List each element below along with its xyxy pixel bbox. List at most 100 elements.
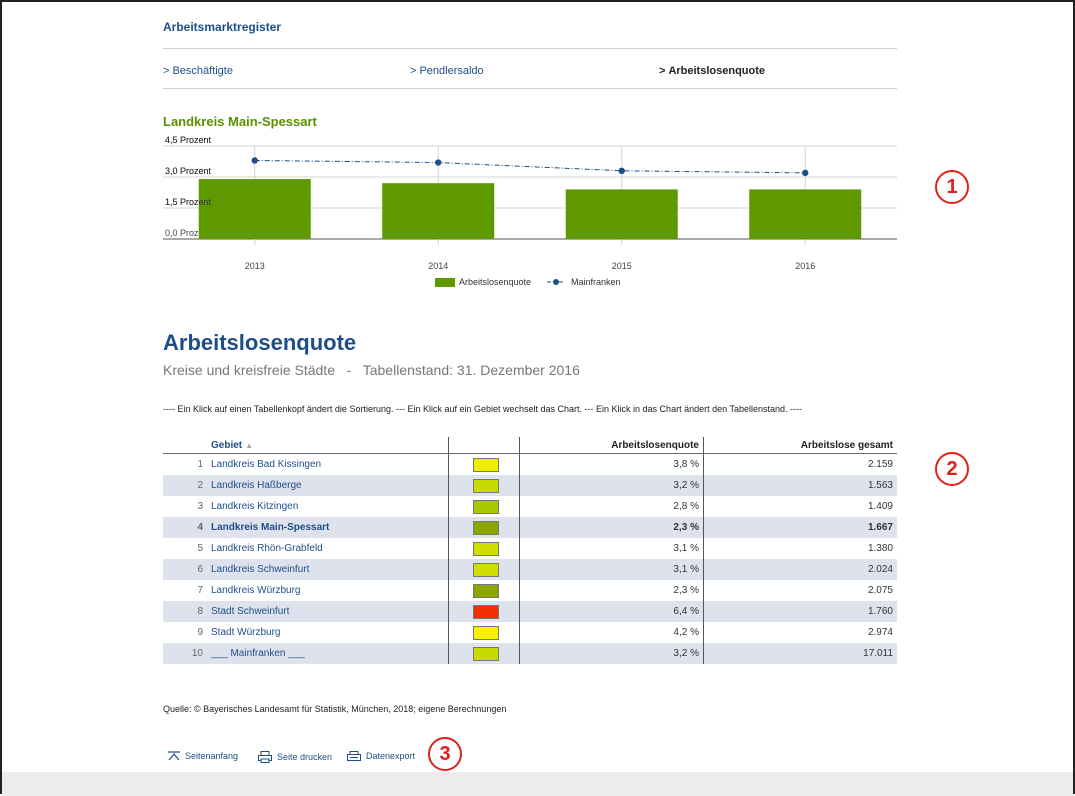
- row-number: 4: [163, 517, 207, 538]
- bar: [198, 179, 311, 239]
- divider: [163, 48, 897, 49]
- mainfranken-point: [618, 167, 625, 174]
- region-link[interactable]: Landkreis Kitzingen: [207, 496, 449, 517]
- table-row[interactable]: 10 ___ Mainfranken ___ 3,2 % 17.011: [163, 643, 897, 664]
- y-tick-label-overlay: 1,5 Prozent: [165, 197, 212, 207]
- printer-icon: [258, 751, 272, 763]
- page-frame: [0, 0, 1075, 794]
- gesamt-value: 17.011: [703, 643, 897, 664]
- arrow-up-to-top-icon: [168, 751, 180, 761]
- region-link[interactable]: Landkreis Würzburg: [207, 580, 449, 601]
- row-number: 10: [163, 643, 207, 664]
- gesamt-value: 2.159: [703, 453, 897, 475]
- table-row[interactable]: 7 Landkreis Würzburg 2,3 % 2.075: [163, 580, 897, 601]
- row-number: 2: [163, 475, 207, 496]
- x-tick-label: 2013: [245, 261, 265, 271]
- color-swatch: [473, 583, 499, 598]
- region-link[interactable]: Landkreis Main-Spessart: [207, 517, 449, 538]
- col-number-header: [163, 437, 207, 454]
- usage-hint: ---- Ein Klick auf einen Tabellenkopf än…: [163, 404, 802, 414]
- color-swatch: [473, 562, 499, 577]
- table-row[interactable]: 6 Landkreis Schweinfurt 3,1 % 2.024: [163, 559, 897, 580]
- color-swatch: [473, 520, 499, 535]
- quote-value: 3,1 %: [519, 559, 704, 580]
- region-link[interactable]: Landkreis Schweinfurt: [207, 559, 449, 580]
- color-swatch-cell: [448, 580, 520, 601]
- color-swatch-cell: [448, 643, 520, 664]
- chart-title: Landkreis Main-Spessart: [163, 114, 317, 129]
- row-number: 8: [163, 601, 207, 622]
- row-number: 7: [197, 585, 203, 596]
- region-link[interactable]: Stadt Schweinfurt: [207, 601, 449, 622]
- arbeitslosenquote-chart[interactable]: 0,0 Prozent1,5 Prozent3,0 Prozent4,5 Pro…: [163, 135, 903, 295]
- table-row[interactable]: 5 Landkreis Rhön-Grabfeld 3,1 % 1.380: [163, 538, 897, 559]
- color-swatch-cell: [448, 601, 520, 622]
- data-export-link[interactable]: Datenexport: [347, 751, 415, 761]
- region-link[interactable]: Landkreis Rhön-Grabfeld: [207, 538, 449, 559]
- color-swatch: [473, 646, 499, 661]
- col-gebiet-header[interactable]: Gebiet ▲: [207, 437, 449, 454]
- color-swatch-cell: [448, 517, 520, 538]
- color-swatch: [473, 625, 499, 640]
- source-note: Quelle: © Bayerisches Landesamt für Stat…: [163, 704, 507, 714]
- color-swatch-cell: [448, 496, 520, 517]
- bar: [565, 189, 678, 239]
- gesamt-value: 2.024: [703, 559, 897, 580]
- mainfranken-line: [254, 159, 806, 174]
- quote-value: 2,3 %: [673, 585, 699, 596]
- legend-label: Arbeitslosenquote: [459, 277, 531, 287]
- row-number: 1: [197, 459, 203, 470]
- gesamt-value: 1.563: [703, 475, 897, 496]
- annotation-marker-1: 1: [935, 170, 969, 204]
- legend-label: Mainfranken: [571, 277, 621, 287]
- quote-value: 3,2 %: [519, 643, 704, 664]
- back-to-top-link[interactable]: Seitenanfang: [168, 751, 238, 761]
- x-tick-label: 2016: [795, 261, 815, 271]
- mainfranken-point: [251, 157, 258, 164]
- register-title[interactable]: Arbeitsmarktregister: [163, 20, 281, 34]
- bar: [749, 189, 862, 239]
- col-quote-header[interactable]: Arbeitslosenquote: [519, 437, 704, 454]
- col-gesamt-header[interactable]: Arbeitslose gesamt: [703, 437, 897, 454]
- color-swatch-cell: [448, 475, 520, 496]
- mainfranken-point: [802, 169, 809, 177]
- table-row[interactable]: 1 Landkreis Bad Kissingen 3,8 % 2.159: [163, 453, 897, 476]
- gesamt-value: 1.760: [703, 601, 897, 622]
- gesamt-value: 2.974: [703, 622, 897, 643]
- table-row[interactable]: 4 Landkreis Main-Spessart 2,3 % 1.667: [163, 517, 897, 538]
- region-link[interactable]: Landkreis Bad Kissingen: [207, 454, 449, 476]
- color-swatch: [473, 457, 499, 472]
- row-number: 3: [197, 501, 203, 512]
- region-link[interactable]: ___ Mainfranken ___: [207, 643, 449, 664]
- divider: [163, 88, 897, 89]
- gesamt-value: 1.380: [703, 538, 897, 559]
- legend-swatch-bar: [435, 278, 455, 287]
- region-link[interactable]: Stadt Würzburg: [207, 622, 449, 643]
- gesamt-value: 2.075: [703, 580, 897, 601]
- gesamt-value: 1.667: [703, 517, 897, 538]
- color-swatch: [473, 499, 499, 514]
- table-row[interactable]: 8 Stadt Schweinfurt 6,4 % 1.760: [163, 601, 897, 622]
- color-swatch: [473, 604, 499, 619]
- tab-arbeitslosenquote[interactable]: > Arbeitslosenquote: [659, 65, 765, 77]
- bar: [382, 183, 495, 239]
- quote-value: 2,8 %: [673, 501, 699, 512]
- annotation-marker-2: 2: [935, 452, 969, 486]
- x-tick-label: 2014: [428, 261, 448, 271]
- table-row[interactable]: 2 Landkreis Haßberge 3,2 % 1.563: [163, 475, 897, 496]
- y-tick-label-overlay: 4,5 Prozent: [165, 135, 212, 145]
- tab-pendlersaldo[interactable]: > Pendlersaldo: [410, 65, 484, 77]
- table-row[interactable]: 9 Stadt Würzburg 4,2 % 2.974: [163, 622, 897, 643]
- tab-beschaeftigte[interactable]: > Beschäftigte: [163, 65, 233, 77]
- quote-value: 4,2 %: [673, 627, 699, 638]
- legend-marker: [553, 279, 559, 285]
- row-number: 9: [197, 627, 203, 638]
- quote-value: 3,2 %: [519, 475, 704, 496]
- region-link[interactable]: Landkreis Haßberge: [207, 475, 449, 496]
- color-swatch-cell: [448, 538, 520, 559]
- table-row[interactable]: 3 Landkreis Kitzingen 2,8 % 1.409: [163, 496, 897, 517]
- print-page-link[interactable]: Seite drucken: [258, 751, 332, 763]
- quote-value: 3,1 %: [673, 543, 699, 554]
- row-number: 6: [163, 559, 207, 580]
- color-swatch-cell: [448, 559, 520, 580]
